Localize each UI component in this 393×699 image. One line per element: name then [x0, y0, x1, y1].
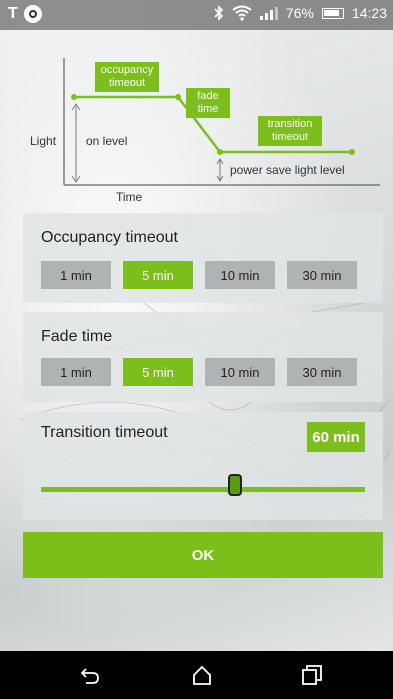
occupancy-option-30-min[interactable]: 30 min	[287, 261, 357, 289]
x-axis-label: Time	[116, 190, 143, 204]
occupancy-timeout-box: occupancy timeout	[95, 62, 159, 92]
fade-option-1-min[interactable]: 1 min	[41, 358, 111, 386]
status-bar: T 76% 14:23	[0, 0, 393, 30]
occupancy-option-5-min[interactable]: 5 min	[123, 261, 193, 289]
fade-option-30-min[interactable]: 30 min	[287, 358, 357, 386]
transition-slider-thumb[interactable]	[228, 474, 243, 496]
back-icon[interactable]	[78, 663, 102, 687]
recents-icon[interactable]	[300, 663, 324, 687]
fade-options: 1 min 5 min 10 min 30 min	[41, 358, 357, 386]
transition-title: Transition timeout	[41, 424, 168, 441]
signal-icon	[259, 6, 278, 20]
ok-button[interactable]: OK	[23, 532, 383, 578]
y-axis-label: Light	[30, 134, 57, 148]
clock: 14:23	[351, 5, 387, 21]
wifi-icon	[232, 5, 252, 21]
transition-slider-track[interactable]	[41, 487, 365, 492]
power-save-label: power save light level	[230, 163, 345, 177]
transition-value-badge: 60 min	[307, 422, 365, 452]
transition-timeout-box: transition timeout	[258, 116, 322, 146]
status-bar-right: 76% 14:23	[214, 5, 387, 21]
home-icon[interactable]	[190, 663, 214, 687]
timing-diagram: Light Time on level occupancy timeout fa…	[0, 30, 393, 210]
fade-time-box: fade time	[186, 88, 230, 118]
battery-icon	[321, 7, 344, 19]
on-level-label: on level	[86, 134, 128, 148]
occupancy-title: Occupancy timeout	[41, 229, 178, 246]
transition-timeout-panel: Transition timeout 60 min	[23, 412, 383, 520]
app-notification-icon-2	[23, 5, 42, 23]
occupancy-option-10-min[interactable]: 10 min	[205, 261, 275, 289]
occupancy-timeout-panel: Occupancy timeout 1 min 5 min 10 min 30 …	[23, 213, 383, 303]
occupancy-option-1-min[interactable]: 1 min	[41, 261, 111, 289]
status-bar-left: T	[8, 5, 42, 23]
bluetooth-icon	[214, 5, 224, 21]
fade-title: Fade time	[41, 328, 113, 345]
diagram-lines	[63, 58, 380, 186]
app-notification-icon: T	[8, 5, 18, 22]
battery-percent: 76%	[285, 5, 314, 21]
fade-option-5-min[interactable]: 5 min	[123, 358, 193, 386]
navigation-bar	[0, 651, 393, 699]
occupancy-options: 1 min 5 min 10 min 30 min	[41, 261, 357, 289]
fade-time-panel: Fade time 1 min 5 min 10 min 30 min	[23, 312, 383, 402]
fade-option-10-min[interactable]: 10 min	[205, 358, 275, 386]
